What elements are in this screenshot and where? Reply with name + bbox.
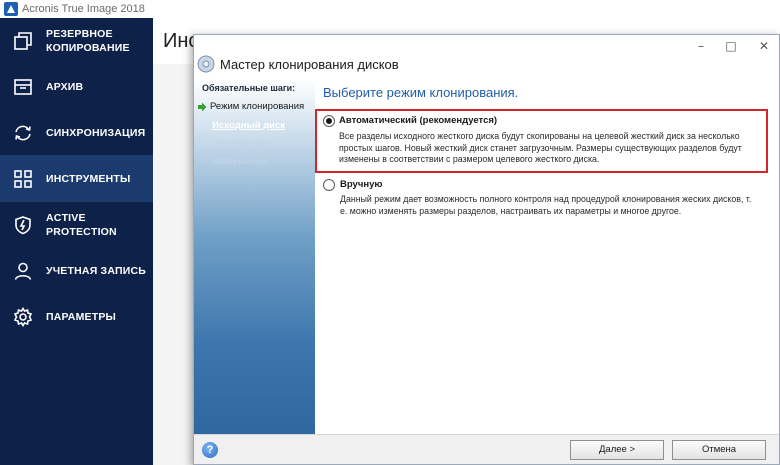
step-clone-mode: Режим клонирования: [210, 101, 305, 112]
sync-icon: [12, 122, 34, 144]
wizard-heading: Выберите режим клонирования.: [323, 85, 519, 100]
manual-option-description: Данный режим дает возможность полного ко…: [340, 194, 752, 216]
acronis-logo-icon: [4, 2, 18, 16]
dialog-button-bar: ? Далее > Отмена: [194, 434, 779, 464]
shield-icon: [12, 214, 34, 236]
sidebar-item-label: УЧЕТНАЯ ЗАПИСЬ: [46, 265, 147, 277]
clone-disk-wizard-dialog: Мастер клонирования дисков – □ ✕ Обязате…: [193, 34, 780, 465]
app-title: Acronis True Image 2018: [22, 3, 145, 15]
sidebar-item-label: АРХИВ: [46, 81, 84, 93]
backup-icon: [12, 30, 34, 52]
sidebar-item-label: ПАРАМЕТРЫ: [46, 311, 117, 323]
gear-icon: [12, 306, 34, 328]
sidebar: РЕЗЕРВНОЕ КОПИРОВАНИЕ АРХИВ СИНХРОНИЗАЦИ…: [0, 18, 153, 465]
sidebar-item-active-protection[interactable]: ACTIVE PROTECTION: [0, 202, 153, 248]
step-target-disk: Целевой диск: [212, 138, 273, 149]
automatic-option-highlight: Автоматический (рекомендуется) Все разде…: [315, 109, 768, 173]
help-button[interactable]: ?: [202, 442, 218, 458]
step-finish: Завершение: [212, 156, 268, 167]
automatic-radio[interactable]: [323, 115, 335, 127]
cancel-button[interactable]: Отмена: [672, 440, 766, 460]
sidebar-item-label: СИНХРОНИЗАЦИЯ: [46, 127, 146, 139]
sidebar-item-label: ACTIVE PROTECTION: [46, 212, 117, 238]
automatic-option-description: Все разделы исходного жесткого диска буд…: [339, 131, 742, 164]
dialog-title: Мастер клонирования дисков: [220, 57, 399, 72]
close-button[interactable]: ✕: [757, 39, 771, 53]
manual-radio[interactable]: [323, 179, 335, 191]
sidebar-item-archive[interactable]: АРХИВ: [0, 64, 153, 110]
minimize-button[interactable]: –: [694, 39, 708, 53]
archive-icon: [12, 76, 34, 98]
app-titlebar: Acronis True Image 2018: [0, 0, 780, 18]
step-source-disk[interactable]: Исходный диск: [212, 120, 285, 131]
sidebar-item-settings[interactable]: ПАРАМЕТРЫ: [0, 294, 153, 340]
steps-header: Обязательные шаги:: [202, 83, 296, 93]
sidebar-item-backup[interactable]: РЕЗЕРВНОЕ КОПИРОВАНИЕ: [0, 18, 153, 64]
sidebar-item-label: ИНСТРУМЕНТЫ: [46, 172, 131, 185]
next-button[interactable]: Далее >: [570, 440, 664, 460]
manual-option-label[interactable]: Вручную: [340, 179, 382, 190]
automatic-option-label[interactable]: Автоматический (рекомендуется): [339, 115, 497, 126]
maximize-button[interactable]: □: [724, 39, 738, 53]
sidebar-item-sync[interactable]: СИНХРОНИЗАЦИЯ: [0, 110, 153, 156]
screen: Acronis True Image 2018 РЕЗЕРВНОЕ КОПИРО…: [0, 0, 780, 465]
sidebar-item-label: РЕЗЕРВНОЕ КОПИРОВАНИЕ: [46, 28, 130, 54]
sidebar-item-tools[interactable]: ИНСТРУМЕНТЫ: [0, 155, 153, 202]
tools-icon: [12, 168, 34, 190]
wizard-steps-panel: Обязательные шаги: Режим клонирования Ис…: [194, 79, 315, 434]
sidebar-item-account[interactable]: УЧЕТНАЯ ЗАПИСЬ: [0, 248, 153, 294]
wizard-content-panel: Выберите режим клонирования. Автоматичес…: [315, 79, 779, 434]
user-icon: [12, 260, 34, 282]
current-step-arrow-icon: [198, 102, 207, 112]
clone-disk-icon: [197, 55, 215, 73]
dialog-titlebar: Мастер клонирования дисков – □ ✕: [194, 35, 779, 79]
